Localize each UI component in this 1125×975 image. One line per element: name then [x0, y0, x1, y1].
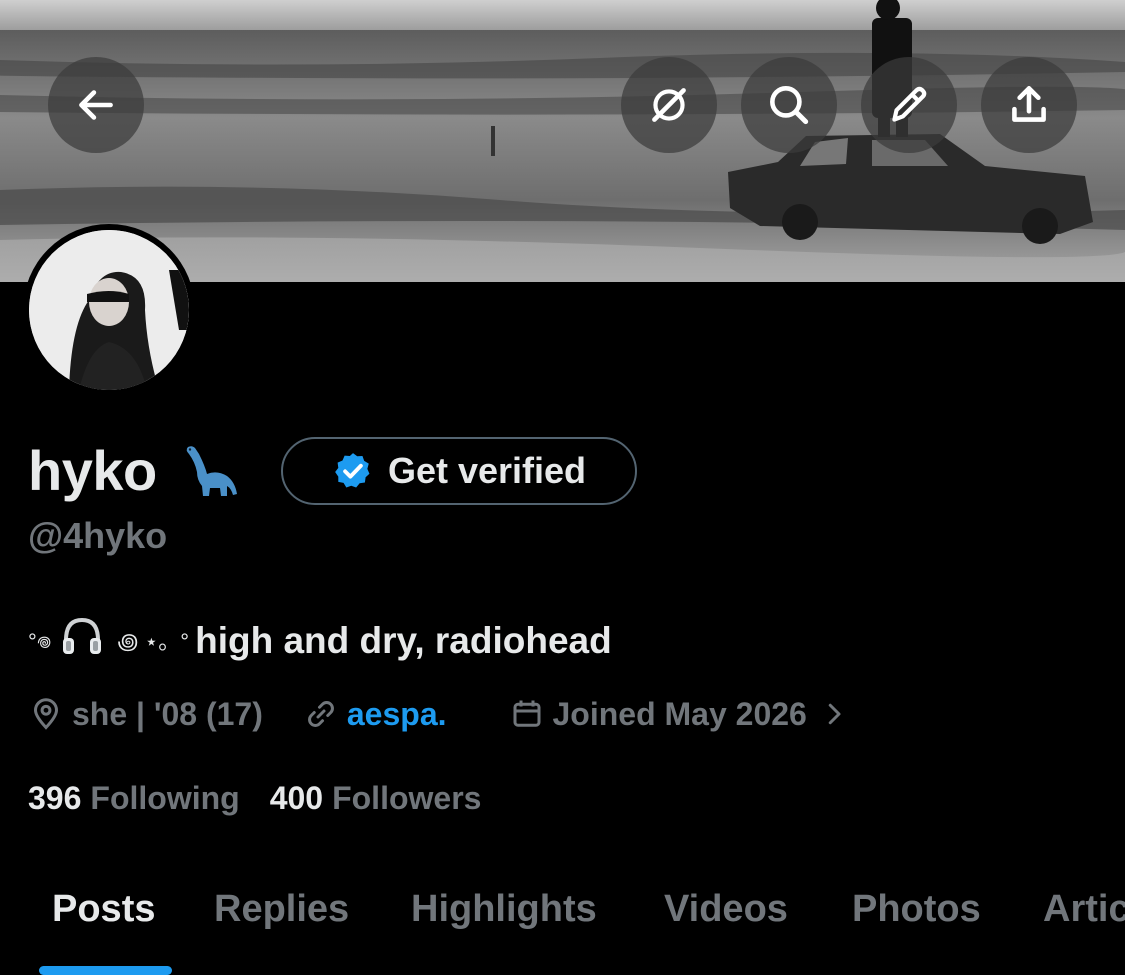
arrow-left-icon [79, 90, 113, 120]
avatar [29, 230, 189, 390]
display-name: hyko [28, 438, 157, 502]
followers-count: 400 [269, 780, 324, 816]
location-item: she | '08 (17) [28, 696, 263, 733]
get-verified-button[interactable]: Get verified [281, 437, 637, 505]
followers-link[interactable]: 400 Followers [270, 780, 482, 817]
following-count: 396 [28, 780, 82, 816]
dinosaur-emoji-icon [179, 440, 241, 507]
active-tab-indicator [39, 966, 172, 975]
following-link[interactable]: 396 Following [28, 780, 240, 817]
calendar-icon [513, 700, 540, 727]
avatar-container[interactable] [23, 224, 195, 396]
link-icon [307, 701, 334, 727]
tab-posts[interactable]: Posts [52, 888, 155, 931]
profile-tabs: Posts Replies Highlights Videos Photos A… [0, 870, 1125, 975]
banner-image [0, 0, 1125, 282]
chevron-right-icon [828, 703, 841, 725]
headphones-icon [58, 612, 106, 669]
joined-item[interactable]: Joined May 2026 [509, 696, 849, 733]
share-button[interactable] [981, 57, 1077, 153]
tab-articles[interactable]: Artic [1043, 888, 1125, 931]
grok-icon [652, 88, 686, 122]
bio: °𖦹 ꩜ ⋆。° high and dry, radiohead [28, 612, 612, 669]
tab-highlights[interactable]: Highlights [411, 888, 597, 931]
follow-stats: 396 Following 400 Followers [28, 780, 481, 817]
following-label: Following [90, 780, 240, 816]
bio-suffix: ꩜ ⋆。° [117, 629, 190, 654]
name-row: hyko [28, 430, 241, 510]
pencil-icon [892, 86, 927, 122]
user-handle: @4hyko [28, 515, 168, 556]
joined-text: Joined May 2026 [552, 695, 807, 732]
website-link[interactable]: aespa. [347, 696, 447, 733]
tab-videos[interactable]: Videos [664, 888, 788, 931]
get-verified-label: Get verified [387, 450, 587, 491]
location-text: she | '08 (17) [72, 695, 263, 732]
location-pin-icon [33, 698, 59, 730]
share-icon [1012, 86, 1046, 122]
grok-button[interactable] [621, 57, 717, 153]
bio-text: high and dry, radiohead [195, 619, 612, 661]
avatar-image [29, 230, 189, 390]
back-button[interactable] [48, 57, 144, 153]
profile-banner[interactable] [0, 0, 1125, 282]
tab-photos[interactable]: Photos [852, 888, 981, 931]
profile-meta: she | '08 (17) aespa. Joined May 2026 [28, 690, 849, 738]
followers-label: Followers [332, 780, 482, 816]
search-icon [770, 86, 809, 125]
bio-prefix: °𖦹 [28, 628, 52, 654]
edit-button[interactable] [861, 57, 957, 153]
search-button[interactable] [741, 57, 837, 153]
tab-replies[interactable]: Replies [214, 888, 349, 931]
website-item[interactable]: aespa. [303, 696, 447, 733]
verified-badge-icon [335, 453, 370, 488]
